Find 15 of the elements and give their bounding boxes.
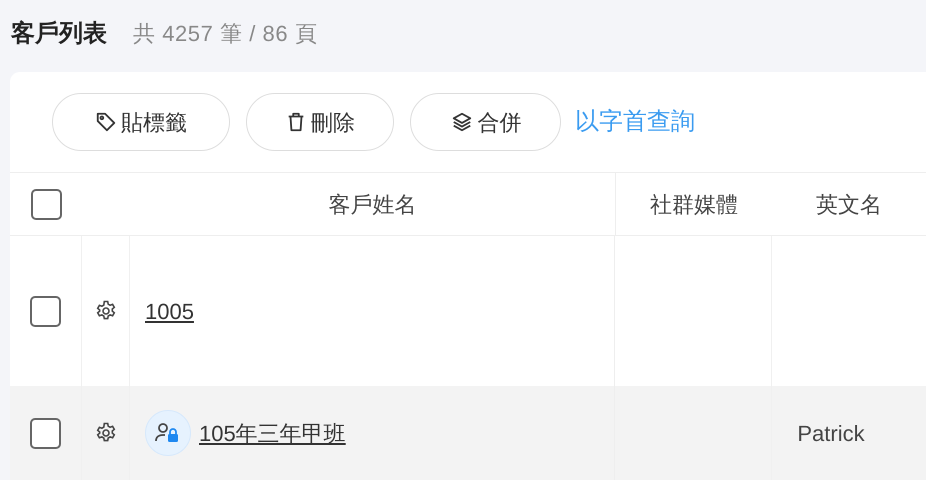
table-cell-text: Patrick (797, 420, 865, 448)
customer-name-link[interactable]: 1005 (145, 294, 194, 328)
checkbox[interactable] (30, 296, 61, 326)
tag-icon (95, 111, 117, 133)
column-header: 英文名 (816, 190, 882, 218)
page-title: 客戶列表 (11, 19, 107, 49)
checkbox[interactable] (30, 188, 62, 220)
delete-button[interactable]: 刪除 (246, 93, 394, 151)
column-header: 社群媒體 (650, 190, 738, 218)
tag-button[interactable]: 貼標籤 (52, 93, 230, 151)
column-header: 客戶姓名 (328, 190, 416, 218)
merge-button[interactable]: 合併 (410, 93, 561, 151)
record-count: 共 4257 筆 / 86 頁 (133, 20, 318, 48)
checkbox[interactable] (30, 418, 61, 448)
customer-name-link[interactable]: 105年三年甲班 (199, 416, 346, 450)
